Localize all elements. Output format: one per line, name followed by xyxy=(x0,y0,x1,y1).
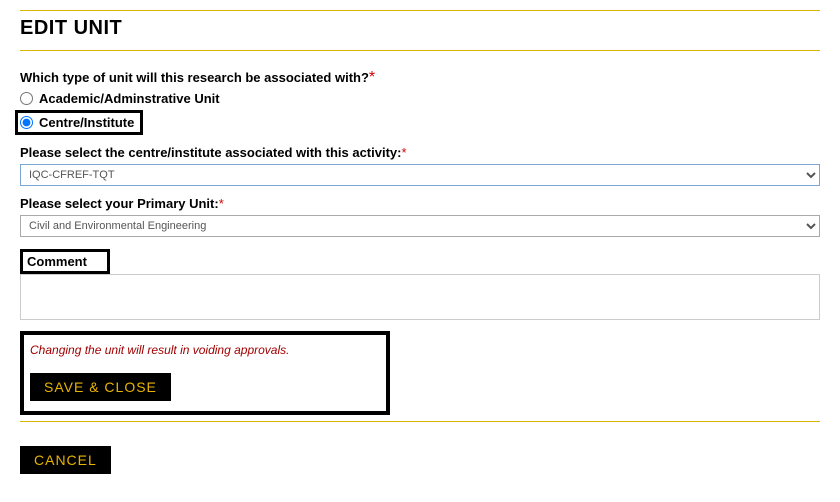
comment-textarea[interactable] xyxy=(20,274,820,320)
centre-institute-label-row: Please select the centre/institute assoc… xyxy=(20,145,820,160)
comment-label: Comment xyxy=(20,249,110,274)
radio-centre[interactable] xyxy=(20,116,33,129)
warning-and-save-block: Changing the unit will result in voiding… xyxy=(20,331,390,415)
primary-unit-select[interactable]: Civil and Environmental Engineering xyxy=(20,215,820,237)
bottom-rule xyxy=(20,421,820,422)
radio-centre-label: Centre/Institute xyxy=(39,115,134,130)
unit-type-required: * xyxy=(369,69,375,86)
primary-unit-label-row: Please select your Primary Unit:* xyxy=(20,196,820,211)
centre-institute-required: * xyxy=(401,145,406,160)
top-rule xyxy=(20,10,820,11)
radio-academic-label: Academic/Adminstrative Unit xyxy=(39,91,220,106)
primary-unit-label: Please select your Primary Unit: xyxy=(20,196,219,211)
centre-institute-field: Please select the centre/institute assoc… xyxy=(20,145,820,186)
page-title: EDIT UNIT xyxy=(20,17,820,40)
centre-institute-label: Please select the centre/institute assoc… xyxy=(20,145,401,160)
comment-field: Comment xyxy=(20,237,820,325)
save-close-button[interactable]: SAVE & CLOSE xyxy=(30,373,171,401)
centre-institute-select[interactable]: IQC-CFREF-TQT xyxy=(20,164,820,186)
radio-academic-row: Academic/Adminstrative Unit xyxy=(20,91,820,106)
primary-unit-field: Please select your Primary Unit:* Civil … xyxy=(20,196,820,237)
warning-text: Changing the unit will result in voiding… xyxy=(30,343,376,357)
unit-type-question: Which type of unit will this research be… xyxy=(20,69,820,135)
heading-rule xyxy=(20,50,820,51)
radio-centre-highlight: Centre/Institute xyxy=(15,110,143,135)
radio-centre-row: Centre/Institute xyxy=(20,110,820,135)
radio-academic[interactable] xyxy=(20,92,33,105)
cancel-button[interactable]: CANCEL xyxy=(20,446,111,474)
unit-type-label: Which type of unit will this research be… xyxy=(20,70,369,85)
primary-unit-required: * xyxy=(219,196,224,211)
